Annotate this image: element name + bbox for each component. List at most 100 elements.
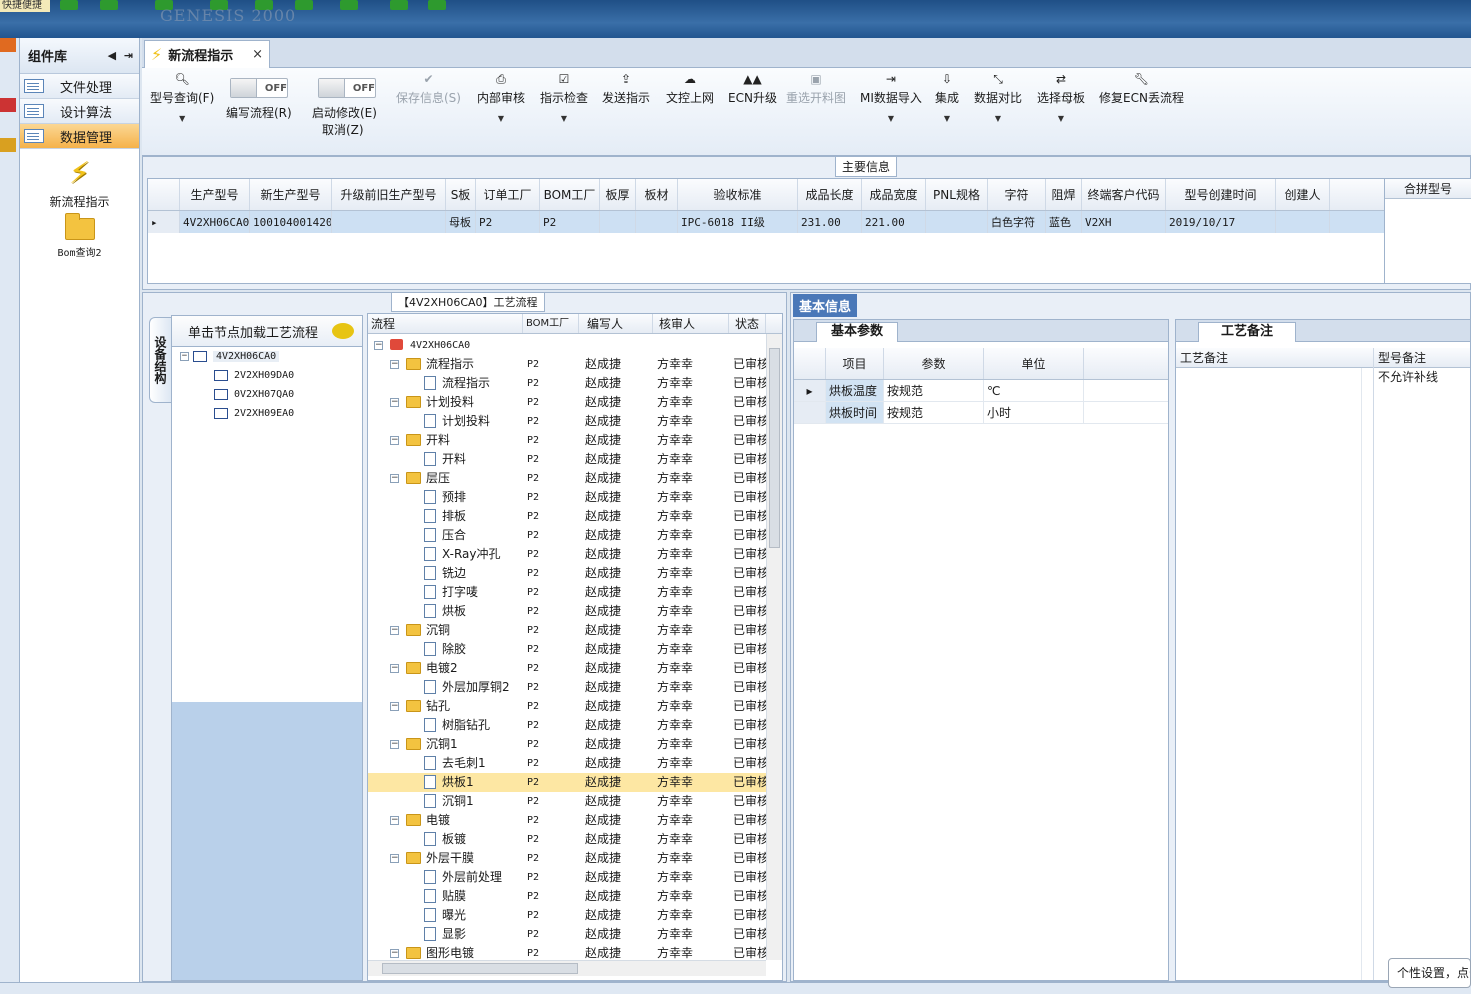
column-header[interactable]: PNL规格 — [926, 179, 988, 210]
collapse-icon[interactable]: − — [390, 474, 399, 483]
bom-query-launcher[interactable]: Bom查询2 — [20, 213, 139, 259]
column-header[interactable]: 生产型号 — [180, 179, 250, 210]
table-cell[interactable]: 221.00 — [862, 211, 926, 233]
column-header[interactable]: BOM工厂 — [540, 179, 600, 210]
cell-unit[interactable]: 小时 — [984, 402, 1084, 423]
mi-import-button[interactable]: ⇥ MI数据导入 ▼ — [860, 72, 922, 123]
table-cell[interactable]: 蓝色 — [1046, 211, 1082, 233]
column-header[interactable]: 字符 — [988, 179, 1046, 210]
flow-group-row[interactable]: − 外层干膜 P2 赵成捷 方幸幸 已审核 — [368, 849, 766, 868]
column-header[interactable]: 成品长度 — [798, 179, 862, 210]
flow-step-row[interactable]: 预排 P2 赵成捷 方幸幸 已审核 — [368, 488, 766, 507]
flow-step-row[interactable]: 去毛刺1 P2 赵成捷 方幸幸 已审核 — [368, 754, 766, 773]
collapse-icon[interactable]: − — [390, 398, 399, 407]
column-header[interactable]: 验收标准 — [678, 179, 798, 210]
flow-group-row[interactable]: − 电镀 P2 赵成捷 方幸幸 已审核 — [368, 811, 766, 830]
quick-launch-label[interactable]: 快捷便捷 — [0, 0, 50, 12]
flow-step-row[interactable]: 树脂钻孔 P2 赵成捷 方幸幸 已审核 — [368, 716, 766, 735]
type-query-button[interactable]: 🔍︎ 型号查询(F) ▼ — [150, 72, 214, 123]
fix-ecn-button[interactable]: 🔧︎ 修复ECN丢流程 — [1099, 72, 1184, 106]
table-cell[interactable] — [1276, 211, 1330, 233]
collapse-icon[interactable]: − — [390, 816, 399, 825]
strip-icon[interactable] — [0, 38, 16, 52]
table-cell[interactable]: P2 — [540, 211, 600, 233]
indication-check-button[interactable]: ☑ 指示检查 ▼ — [540, 72, 588, 123]
flow-step-row[interactable]: X-Ray冲孔 P2 赵成捷 方幸幸 已审核 — [368, 545, 766, 564]
table-cell[interactable]: V2XH — [1082, 211, 1166, 233]
flow-step-row[interactable]: 烘板 P2 赵成捷 方幸幸 已审核 — [368, 602, 766, 621]
save-info-button[interactable]: ✔ 保存信息(S) — [396, 72, 461, 106]
collapse-icon[interactable]: − — [390, 949, 399, 958]
close-icon[interactable]: × — [252, 47, 263, 62]
flow-step-row[interactable]: 贴膜 P2 赵成捷 方幸幸 已审核 — [368, 887, 766, 906]
column-header[interactable]: 订单工厂 — [476, 179, 540, 210]
tree-node-child[interactable]: 2V2XH09EA0 — [214, 408, 294, 419]
flow-step-row[interactable]: 曝光 P2 赵成捷 方幸幸 已审核 — [368, 906, 766, 925]
cell-unit[interactable]: ℃ — [984, 380, 1084, 401]
column-header[interactable]: 编写人 — [579, 314, 653, 333]
strip-icon[interactable] — [0, 98, 16, 112]
flow-step-row[interactable]: 排板 P2 赵成捷 方幸幸 已审核 — [368, 507, 766, 526]
column-header[interactable]: S板 — [446, 179, 476, 210]
column-header[interactable]: 成品宽度 — [862, 179, 926, 210]
table-icon[interactable] — [340, 0, 358, 10]
tree-node-root[interactable]: − 4V2XH06CA0 — [180, 351, 280, 362]
collapse-arrow-icon[interactable]: ◀ ⇥ — [108, 49, 133, 62]
collapse-icon[interactable]: − — [390, 360, 399, 369]
internal-review-button[interactable]: ⎙ 内部审核 ▼ — [477, 72, 525, 123]
column-header[interactable]: 板材 — [636, 179, 678, 210]
select-master-button[interactable]: ⇄ 选择母板 ▼ — [1037, 72, 1085, 123]
table-cell[interactable] — [600, 211, 636, 233]
cell-param[interactable]: 按规范 — [884, 402, 984, 423]
scroll-thumb[interactable] — [769, 348, 780, 548]
flow-step-row[interactable]: 板镀 P2 赵成捷 方幸幸 已审核 — [368, 830, 766, 849]
send-indication-button[interactable]: ⇪ 发送指示 — [602, 72, 650, 106]
table-cell[interactable]: 4V2XH06CA0 — [180, 211, 250, 233]
column-header[interactable]: 新生产型号 — [250, 179, 332, 210]
table-row[interactable]: ▸4V2XH06CA010010400142071母板P2P2IPC-6018 … — [148, 211, 1384, 233]
type-remark-text[interactable]: 不允许补线 — [1374, 368, 1470, 385]
column-header[interactable]: 终端客户代码 — [1082, 179, 1166, 210]
tab-new-flow-indication[interactable]: ⚡ 新流程指示 × — [144, 40, 270, 68]
integrate-button[interactable]: ⇩ 集成 ▼ — [935, 72, 959, 123]
ecn-upgrade-button[interactable]: ▲▲ ECN升级 — [728, 72, 777, 106]
table-cell[interactable] — [332, 211, 446, 233]
new-flow-indication-launcher[interactable]: ⚡ 新流程指示 — [20, 157, 139, 210]
table-cell[interactable]: P2 — [476, 211, 540, 233]
flow-step-row[interactable]: 沉铜1 P2 赵成捷 方幸幸 已审核 — [368, 792, 766, 811]
flow-group-row[interactable]: − 层压 P2 赵成捷 方幸幸 已审核 — [368, 469, 766, 488]
tree-node-child[interactable]: 0V2XH07QA0 — [214, 389, 294, 400]
collapse-icon[interactable]: − — [390, 854, 399, 863]
flow-group-row[interactable]: − 电镀2 P2 赵成捷 方幸幸 已审核 — [368, 659, 766, 678]
strip-icon[interactable] — [0, 138, 16, 152]
nav-design-algorithm[interactable]: 设计算法 — [20, 99, 139, 124]
vertical-scrollbar[interactable] — [1361, 368, 1373, 980]
table-row[interactable]: ▸ 烘板温度 按规范 ℃ — [794, 380, 1168, 402]
user-icon[interactable] — [390, 0, 408, 10]
collapse-icon[interactable]: − — [390, 740, 399, 749]
tab-basic-params[interactable]: 基本参数 — [816, 322, 899, 342]
tab-basic-info[interactable]: 基本信息 — [793, 294, 858, 317]
flow-group-row[interactable]: − 钻孔 P2 赵成捷 方幸幸 已审核 — [368, 697, 766, 716]
collapse-icon[interactable]: − — [390, 436, 399, 445]
write-flow-toggle[interactable]: OFF — [230, 78, 288, 98]
column-header[interactable]: 升级前旧生产型号 — [332, 179, 446, 210]
flow-step-row[interactable]: 铣边 P2 赵成捷 方幸幸 已审核 — [368, 564, 766, 583]
table-row[interactable]: 烘板时间 按规范 小时 — [794, 402, 1168, 424]
cell-item[interactable]: 烘板温度 — [826, 380, 884, 401]
column-header[interactable]: 阻焊 — [1046, 179, 1082, 210]
flow-step-row[interactable]: 压合 P2 赵成捷 方幸幸 已审核 — [368, 526, 766, 545]
collapse-icon[interactable]: − — [390, 626, 399, 635]
column-header[interactable]: 项目 — [826, 348, 884, 379]
flow-step-row[interactable]: 流程指示 P2 赵成捷 方幸幸 已审核 — [368, 374, 766, 393]
column-header[interactable]: 流程 — [368, 314, 523, 333]
table-cell[interactable] — [926, 211, 988, 233]
collapse-icon[interactable]: − — [180, 352, 189, 361]
table-cell[interactable]: IPC-6018 II级 — [678, 211, 798, 233]
tree-node-child[interactable]: 2V2XH09DA0 — [214, 370, 294, 381]
flow-group-row[interactable]: − 图形电镀 P2 赵成捷 方幸幸 已审核 — [368, 944, 766, 960]
data-compare-button[interactable]: ⤡ 数据对比 ▼ — [974, 72, 1022, 123]
reselect-cutting-button[interactable]: ▣ 重选开料图 — [786, 72, 846, 106]
column-header[interactable]: 状态 — [729, 314, 766, 333]
copy-icon[interactable] — [295, 0, 313, 10]
